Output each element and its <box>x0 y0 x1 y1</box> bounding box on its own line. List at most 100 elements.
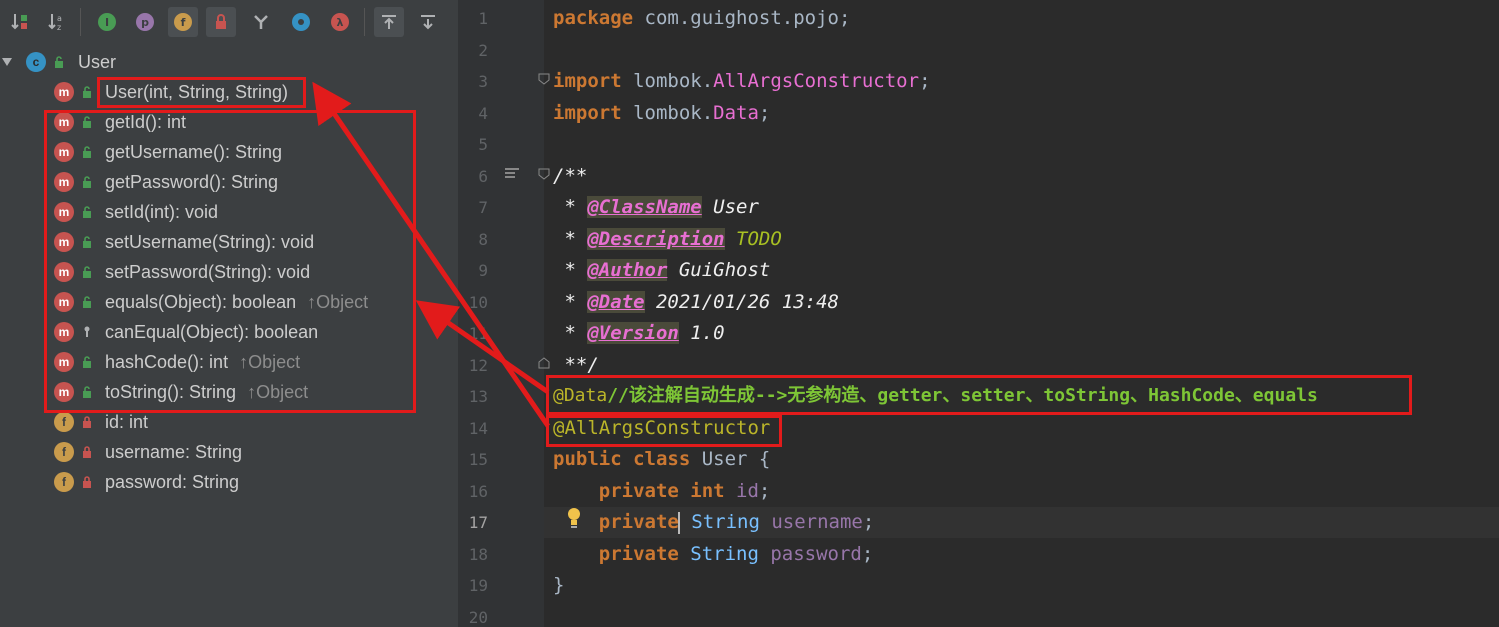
tree-node-method[interactable]: m getPassword(): String <box>0 167 458 197</box>
line-number: 7 <box>478 198 488 217</box>
doc-render-icon[interactable] <box>504 167 520 181</box>
fold-icon[interactable] <box>538 73 550 85</box>
field-icon: f <box>54 442 74 462</box>
line-number: 11 <box>468 324 488 343</box>
line-number: 8 <box>478 230 488 249</box>
member-label: canEqual(Object): boolean <box>105 321 319 342</box>
public-icon <box>83 206 91 218</box>
tree-node-method[interactable]: m setId(int): void <box>0 197 458 227</box>
svg-text:z: z <box>57 23 61 32</box>
member-label: getId(): int <box>105 111 187 132</box>
field-icon: f <box>54 412 74 432</box>
method-icon: m <box>54 112 74 132</box>
tree-node-method[interactable]: m toString(): String ↑Object <box>0 377 458 407</box>
line-number: 9 <box>478 261 488 280</box>
inherited-from: ↑Object <box>307 291 369 312</box>
show-non-public-icon[interactable] <box>206 7 236 37</box>
tree-node-field[interactable]: f username: String <box>0 437 458 467</box>
structure-toolbar: az I p f λ <box>0 0 458 46</box>
method-icon: m <box>54 352 74 372</box>
public-icon <box>83 176 91 188</box>
line-number: 6 <box>478 167 488 186</box>
public-icon <box>83 116 91 128</box>
expand-arrow-icon[interactable] <box>2 57 12 67</box>
tree-node-field[interactable]: f id: int <box>0 407 458 437</box>
fold-icon[interactable] <box>538 357 550 369</box>
line-number: 15 <box>468 450 488 469</box>
code-editor[interactable]: 1 2 3 4 5 6 7 8 9 10 11 12 13 14 15 16 17 18 19 20 package … <box>458 0 1499 627</box>
tree-node-method[interactable]: m setUsername(String): void <box>0 227 458 257</box>
public-icon <box>83 296 91 308</box>
line-number: 19 <box>468 576 488 595</box>
editor-gutter <box>458 0 544 627</box>
tree-node-method[interactable]: m getUsername(): String <box>0 137 458 167</box>
show-lambda-icon[interactable]: λ <box>325 7 355 37</box>
private-icon <box>83 416 91 428</box>
method-icon: m <box>54 292 74 312</box>
protected-icon <box>84 326 90 337</box>
autoscroll-to-source-icon[interactable] <box>374 7 404 37</box>
show-anonymous-icon[interactable] <box>286 7 316 37</box>
public-icon <box>83 266 91 278</box>
public-icon <box>55 56 63 68</box>
method-icon: m <box>54 232 74 252</box>
member-label: setUsername(String): void <box>105 231 315 252</box>
member-label: toString(): String <box>105 381 237 402</box>
sort-alphabetically-icon[interactable]: az <box>42 7 72 37</box>
member-label: setPassword(String): void <box>105 261 311 282</box>
method-icon: m <box>54 142 74 162</box>
tree-node-class[interactable]: c User <box>0 47 458 77</box>
tree-node-field[interactable]: f password: String <box>0 467 458 497</box>
code-line: **/ <box>553 354 599 376</box>
inherited-from: ↑Object <box>247 381 309 402</box>
code-line: private String username; <box>553 511 875 534</box>
fold-icon[interactable] <box>538 168 550 180</box>
method-icon: m <box>54 262 74 282</box>
line-number: 18 <box>468 545 488 564</box>
code-line: * @Description TODO <box>553 228 782 250</box>
show-inherited-icon[interactable]: I <box>92 7 122 37</box>
method-icon: m <box>54 382 74 402</box>
code-line: * @Date 2021/01/26 13:48 <box>553 291 839 313</box>
public-icon <box>83 86 91 98</box>
tree-node-method[interactable]: m getId(): int <box>0 107 458 137</box>
structure-panel: az I p f λ c User m User(int, String, Str… <box>0 0 458 627</box>
line-number: 17 <box>468 513 488 532</box>
line-number: 14 <box>468 419 488 438</box>
code-line: } <box>553 574 565 596</box>
code-line: * @Version 1.0 <box>553 322 725 344</box>
public-icon <box>83 356 91 368</box>
field-icon: f <box>54 472 74 492</box>
svg-text:a: a <box>57 14 62 23</box>
tree-node-method[interactable]: m setPassword(String): void <box>0 257 458 287</box>
show-properties-icon[interactable]: p <box>130 7 160 37</box>
line-number: 20 <box>468 608 488 627</box>
sort-by-visibility-icon[interactable] <box>5 7 35 37</box>
member-label: getUsername(): String <box>105 141 283 162</box>
member-label: equals(Object): boolean <box>105 291 297 312</box>
line-number: 3 <box>478 72 488 91</box>
line-number: 13 <box>468 387 488 406</box>
member-label: User(int, String, String) <box>105 81 289 102</box>
private-icon <box>83 476 91 488</box>
class-label: User <box>78 51 117 72</box>
show-fields-icon[interactable]: f <box>168 7 198 37</box>
line-number: 12 <box>468 356 488 375</box>
tree-node-method[interactable]: m User(int, String, String) <box>0 77 458 107</box>
inherited-from: ↑Object <box>239 351 301 372</box>
show-lambdas-icon[interactable] <box>246 7 276 37</box>
private-icon <box>83 446 91 458</box>
method-icon: m <box>54 322 74 342</box>
line-number: 2 <box>478 41 488 60</box>
member-label: password: String <box>105 471 240 492</box>
code-line: import lombok.AllArgsConstructor; <box>553 70 931 92</box>
tree-node-method[interactable]: m canEqual(Object): boolean <box>0 317 458 347</box>
method-icon: m <box>54 172 74 192</box>
code-line: public class User { <box>553 448 771 470</box>
member-label: hashCode(): int <box>105 351 229 372</box>
tree-node-method[interactable]: m equals(Object): boolean ↑Object <box>0 287 458 317</box>
autoscroll-from-source-icon[interactable] <box>413 7 443 37</box>
tree-node-method[interactable]: m hashCode(): int ↑Object <box>0 347 458 377</box>
lightbulb-icon[interactable] <box>566 507 582 529</box>
public-icon <box>83 146 91 158</box>
